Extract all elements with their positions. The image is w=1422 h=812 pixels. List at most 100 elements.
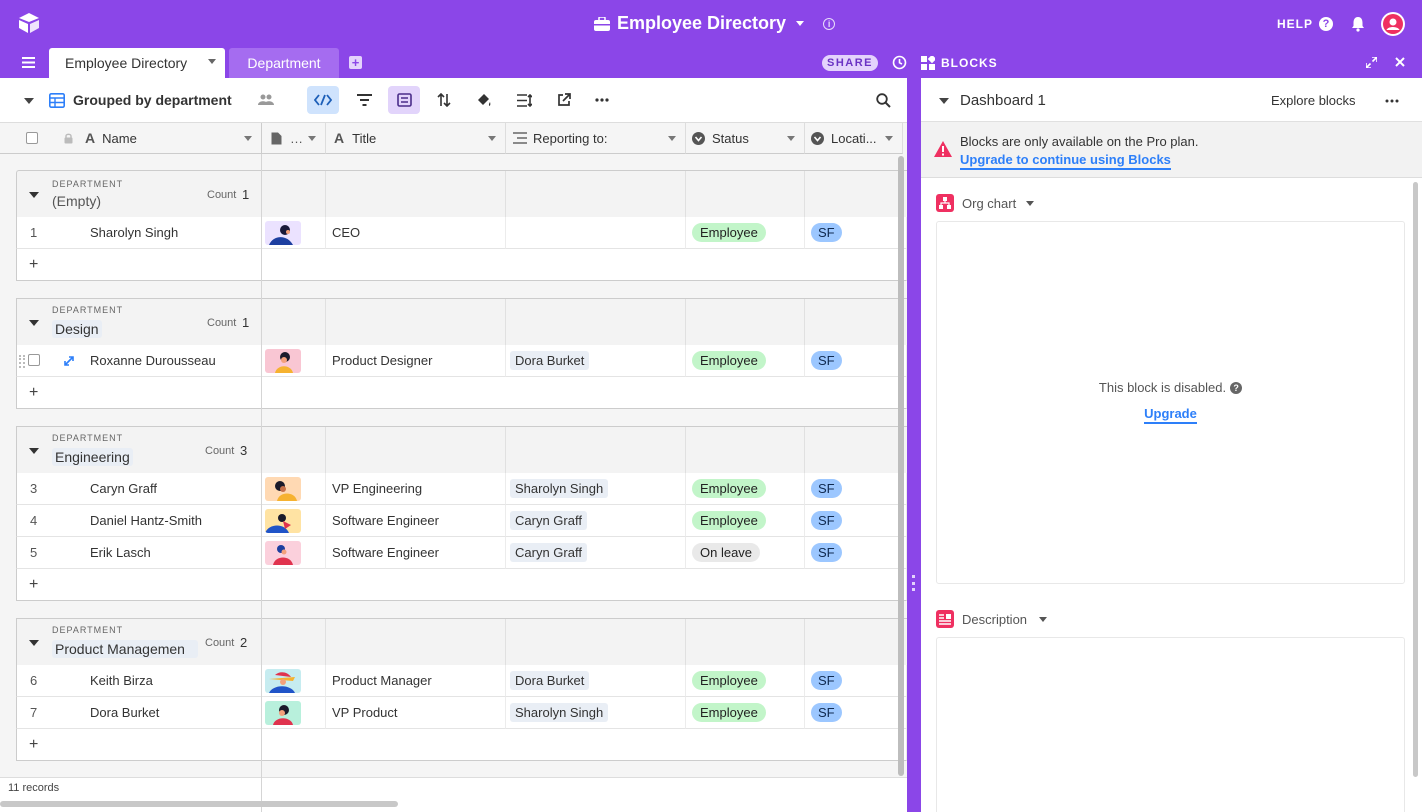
share-view-button[interactable] [548, 86, 580, 114]
chevron-down-icon[interactable] [208, 59, 216, 64]
cell-name[interactable]: Caryn Graff [90, 481, 157, 496]
cell-reporting[interactable]: Caryn Graff [506, 505, 686, 537]
cell-title[interactable]: Software Engineer [326, 537, 506, 569]
cell-attachment[interactable] [262, 473, 326, 505]
cell-attachment[interactable] [262, 505, 326, 537]
block-title[interactable]: Org chart [962, 196, 1016, 211]
cell-title[interactable]: CEO [326, 217, 506, 249]
add-row-area[interactable] [262, 249, 907, 281]
cell-reporting[interactable]: Caryn Graff [506, 537, 686, 569]
chevron-down-icon[interactable] [885, 135, 893, 141]
menu-icon[interactable] [22, 57, 35, 68]
reporting-link[interactable]: Sharolyn Singh [510, 479, 609, 498]
reporting-link[interactable]: Caryn Graff [510, 543, 587, 562]
cell-status[interactable]: Employee [686, 217, 805, 249]
filter-button[interactable] [348, 86, 380, 114]
cell-reporting[interactable] [506, 217, 686, 249]
hide-fields-button[interactable] [307, 86, 339, 114]
tab-employee-directory[interactable]: Employee Directory [49, 48, 225, 78]
cell-attachment[interactable] [262, 697, 326, 729]
color-button[interactable] [468, 86, 500, 114]
horizontal-scrollbar[interactable] [0, 801, 398, 807]
view-switcher[interactable]: Grouped by department [49, 92, 232, 108]
help-link[interactable]: HELP [1277, 17, 1313, 31]
more-icon[interactable] [1385, 99, 1399, 103]
select-all-checkbox[interactable] [26, 132, 38, 144]
more-button[interactable] [586, 86, 618, 114]
reporting-link[interactable]: Dora Burket [510, 671, 590, 690]
cell-status[interactable]: Employee [686, 345, 805, 377]
cell-name[interactable]: Roxanne Durousseau [90, 353, 216, 368]
add-row-button[interactable]: + [16, 729, 262, 761]
collaborators-icon[interactable] [258, 93, 274, 107]
chevron-down-icon[interactable] [1026, 201, 1034, 206]
chevron-down-icon[interactable] [1039, 617, 1047, 622]
add-row-area[interactable] [262, 729, 907, 761]
reporting-link[interactable]: Dora Burket [510, 351, 590, 370]
table-row[interactable]: 4 Daniel Hantz-Smith [16, 505, 262, 537]
upgrade-link[interactable]: Upgrade [1144, 406, 1197, 424]
cell-location[interactable]: SF [805, 697, 907, 729]
cell-status[interactable]: Employee [686, 505, 805, 537]
help-icon[interactable]: ? [1230, 381, 1243, 394]
cell-name[interactable]: Daniel Hantz-Smith [90, 513, 202, 528]
sort-button[interactable] [428, 86, 460, 114]
expand-record-icon[interactable] [64, 356, 74, 366]
info-icon[interactable]: i [823, 17, 836, 30]
group-collapse-icon[interactable] [29, 448, 39, 454]
block-title[interactable]: Description [962, 612, 1027, 627]
column-header-location[interactable]: Locati... [805, 123, 903, 154]
upgrade-blocks-link[interactable]: Upgrade to continue using Blocks [960, 152, 1171, 170]
cell-status[interactable]: On leave [686, 537, 805, 569]
panel-resize-divider[interactable] [907, 48, 921, 812]
cell-reporting[interactable]: Sharolyn Singh [506, 697, 686, 729]
cell-name[interactable]: Dora Burket [90, 705, 159, 720]
column-header-status[interactable]: Status [686, 123, 805, 154]
cell-title[interactable]: Product Manager [326, 665, 506, 697]
cell-name[interactable]: Keith Birza [90, 673, 153, 688]
column-header-attachment[interactable]: … [262, 123, 326, 154]
cell-attachment[interactable] [262, 665, 326, 697]
explore-blocks-button[interactable]: Explore blocks [1271, 93, 1356, 108]
table-row[interactable]: 1 Sharolyn Singh [16, 217, 262, 249]
search-icon[interactable] [876, 93, 891, 108]
cell-location[interactable]: SF [805, 345, 907, 377]
group-collapse-icon[interactable] [29, 320, 39, 326]
resize-handle[interactable] [912, 575, 915, 591]
cell-reporting[interactable]: Dora Burket [506, 665, 686, 697]
row-height-button[interactable] [508, 86, 540, 114]
column-header-name[interactable]: A Name [50, 123, 262, 154]
cell-status[interactable]: Employee [686, 473, 805, 505]
cell-attachment[interactable] [262, 345, 326, 377]
cell-title[interactable]: Software Engineer [326, 505, 506, 537]
cell-title[interactable]: Product Designer [326, 345, 506, 377]
drag-handle[interactable] [19, 355, 25, 368]
expand-icon[interactable] [1366, 57, 1377, 68]
bell-icon[interactable] [1351, 16, 1365, 32]
group-button[interactable] [388, 86, 420, 114]
add-row-button[interactable]: + [16, 377, 262, 409]
table-row[interactable]: 7 Dora Burket [16, 697, 262, 729]
history-icon[interactable] [892, 55, 907, 70]
tab-department[interactable]: Department [229, 48, 339, 78]
cell-location[interactable]: SF [805, 665, 907, 697]
table-row[interactable]: Roxanne Durousseau [16, 345, 262, 377]
column-header-title[interactable]: A Title [326, 123, 506, 154]
chevron-down-icon[interactable] [488, 135, 496, 141]
user-avatar-icon[interactable] [1381, 12, 1405, 36]
column-header-reporting[interactable]: Reporting to: [506, 123, 686, 154]
chevron-down-icon[interactable] [939, 98, 949, 104]
reporting-link[interactable]: Caryn Graff [510, 511, 587, 530]
reporting-link[interactable]: Sharolyn Singh [510, 703, 609, 722]
close-icon[interactable] [1395, 57, 1405, 67]
cell-status[interactable]: Employee [686, 665, 805, 697]
cell-status[interactable]: Employee [686, 697, 805, 729]
chevron-down-icon[interactable] [796, 21, 805, 26]
logo-icon[interactable] [17, 12, 41, 34]
cell-reporting[interactable]: Dora Burket [506, 345, 686, 377]
cell-location[interactable]: SF [805, 217, 907, 249]
cell-attachment[interactable] [262, 217, 326, 249]
row-checkbox[interactable] [28, 354, 40, 366]
add-row-button[interactable]: + [16, 569, 262, 601]
chevron-down-icon[interactable] [24, 98, 34, 104]
